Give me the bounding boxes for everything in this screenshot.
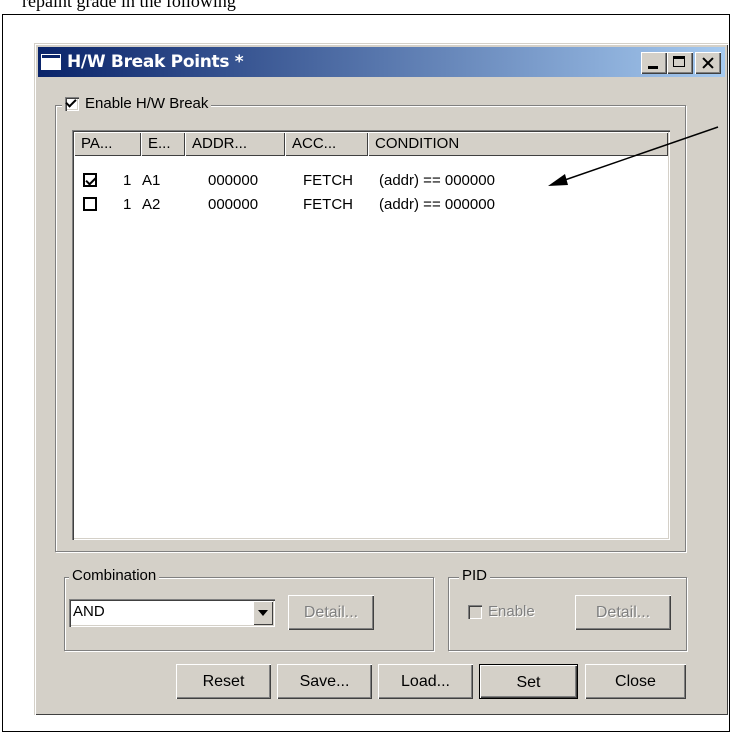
document-text: repaint grade in the following	[22, 0, 236, 11]
combination-value: AND	[73, 603, 105, 620]
column-header-pass[interactable]: PA...	[74, 132, 141, 156]
column-header-access[interactable]: ACC...	[285, 132, 368, 156]
maximize-icon[interactable]	[667, 52, 693, 74]
save-button[interactable]: Save...	[277, 664, 372, 699]
enable-hw-break-checkbox[interactable]	[65, 96, 79, 111]
reset-button[interactable]: Reset	[176, 664, 271, 699]
row-event: A1	[142, 172, 161, 189]
combination-select[interactable]: AND	[69, 599, 275, 627]
row-checkbox[interactable]	[83, 173, 97, 187]
pid-enable-checkbox[interactable]: Enable	[468, 603, 535, 620]
pid-enable-label: Enable	[488, 603, 535, 620]
row-condition: (addr) == 000000	[379, 172, 495, 189]
column-header-event[interactable]: E...	[141, 132, 185, 156]
pid-detail-button[interactable]: Detail...	[575, 595, 671, 630]
column-header-address[interactable]: ADDR...	[185, 132, 285, 156]
enable-hw-break-legend: Enable H/W Break	[62, 95, 212, 112]
combination-legend: Combination	[69, 567, 160, 584]
row-address: 000000	[208, 172, 259, 189]
chevron-down-icon[interactable]	[253, 601, 273, 625]
row-access: FETCH	[303, 172, 353, 189]
row-checkbox[interactable]	[83, 197, 97, 211]
row-event: A2	[142, 196, 161, 213]
enable-hw-break-label: Enable H/W Break	[85, 95, 209, 112]
load-button[interactable]: Load...	[378, 664, 473, 699]
close-icon[interactable]	[695, 52, 721, 74]
row-access: FETCH	[303, 196, 353, 213]
pid-legend: PID	[459, 567, 491, 584]
row-condition: (addr) == 000000	[379, 196, 495, 213]
title-bar[interactable]: H/W Break Points *	[38, 47, 725, 77]
row-address: 000000	[208, 196, 259, 213]
minimize-icon[interactable]	[641, 52, 667, 74]
row-pass: 1	[123, 172, 132, 189]
window-icon[interactable]	[41, 54, 61, 70]
row-pass: 1	[123, 196, 132, 213]
close-button[interactable]: Close	[585, 664, 686, 699]
combination-detail-button[interactable]: Detail...	[288, 595, 374, 630]
set-button[interactable]: Set	[479, 664, 578, 699]
pid-enable-box[interactable]	[468, 604, 482, 619]
annotation-arrow	[548, 126, 719, 186]
window-title: H/W Break Points *	[67, 52, 244, 72]
